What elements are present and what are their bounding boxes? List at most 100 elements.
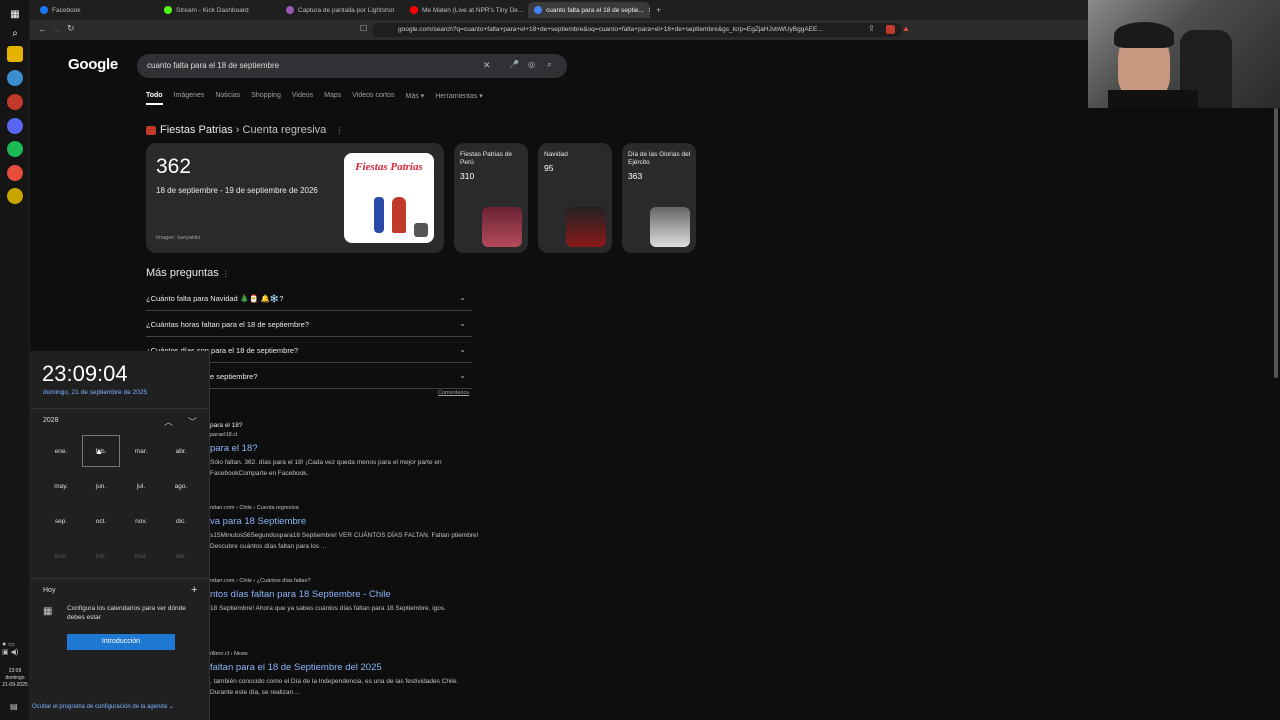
fiestas-patrias-image[interactable]: Fiestas Patrias bbox=[344, 153, 434, 243]
image-search-icon[interactable] bbox=[414, 223, 428, 237]
result-title[interactable]: para el 18? bbox=[210, 443, 258, 454]
back-icon[interactable]: ← bbox=[38, 24, 47, 34]
month-cell[interactable]: jun. bbox=[82, 470, 120, 502]
month-cell[interactable]: ene. bbox=[42, 435, 80, 467]
discord-icon[interactable] bbox=[7, 118, 23, 134]
divider bbox=[30, 578, 210, 579]
chevron-down-icon: ⌄ bbox=[459, 319, 466, 328]
tab-todo[interactable]: Todo bbox=[146, 92, 163, 105]
more-options-icon[interactable]: ⋮ bbox=[335, 126, 343, 135]
month-cell-next-year[interactable]: feb. bbox=[82, 540, 120, 572]
reload-icon[interactable]: ↻ bbox=[67, 23, 75, 34]
kp-subtitle: › Cuenta regresiva bbox=[232, 124, 327, 136]
tab-label: cuanto falta para el 18 de septie... bbox=[546, 6, 644, 14]
result-source[interactable]: ndarr.com › Chile › ¿Cuántos días faltan… bbox=[210, 578, 311, 584]
month-cell[interactable]: oct. bbox=[82, 505, 120, 537]
search-icon[interactable]: ⌕ bbox=[7, 25, 23, 41]
google-logo[interactable]: Google bbox=[68, 56, 118, 73]
search-input[interactable]: cuanto falta para el 18 de septiembre ✕ … bbox=[137, 54, 567, 78]
chevron-down-icon: ⌄ bbox=[459, 293, 466, 302]
month-cell-next-year[interactable]: ene. bbox=[42, 540, 80, 572]
forward-icon[interactable]: → bbox=[52, 24, 61, 34]
new-tab-button[interactable]: + bbox=[650, 2, 666, 18]
page-scrollbar[interactable] bbox=[1274, 108, 1278, 378]
tab-videos-cortos[interactable]: Videos cortos bbox=[352, 92, 394, 105]
month-cell[interactable]: ago. bbox=[162, 470, 200, 502]
countdown-card[interactable]: 362 18 de septiembre - 19 de septiembre … bbox=[146, 143, 444, 253]
knowledge-panel-header: Fiestas Patrias › Cuenta regresiva ⋮ bbox=[146, 124, 343, 136]
result-source[interactable]: ndarr.com › Chile › Cuenta regresiva bbox=[210, 505, 299, 511]
tray-icons[interactable]: ● ▭ ▣ ◀) bbox=[2, 640, 18, 656]
question-row[interactable]: ¿Cuánto falta para Navidad 🎄🎅 🔔❄️? ⌄ bbox=[146, 285, 472, 311]
search-icon[interactable]: ⌕ bbox=[547, 59, 552, 70]
calendar-year[interactable]: 2028 bbox=[43, 417, 59, 424]
tab-youtube[interactable]: Me Maten (Live at NPR's Tiny De... bbox=[404, 2, 526, 18]
month-cell-next-year[interactable]: abr. bbox=[162, 540, 200, 572]
tab-herramientas[interactable]: Herramientas ▾ bbox=[435, 92, 482, 105]
chevron-up-icon[interactable]: ︿ bbox=[164, 415, 173, 428]
folder-icon[interactable] bbox=[7, 46, 23, 62]
more-options-icon[interactable]: ⋮ bbox=[222, 269, 230, 278]
notification-icon[interactable]: ▤ bbox=[10, 702, 18, 711]
chrome-icon[interactable] bbox=[7, 165, 23, 181]
tab-lightshot[interactable]: Captura de pantalla por Lightshot bbox=[280, 2, 402, 18]
month-cell[interactable]: jul. bbox=[122, 470, 160, 502]
question-row[interactable]: ¿Cuántas horas faltan para el 18 de sept… bbox=[146, 311, 472, 337]
mic-icon[interactable]: 🎤 bbox=[509, 60, 519, 69]
today-label: Hoy bbox=[43, 587, 56, 594]
card-glorias-ejercito[interactable]: Día de las Glorias del Ejército 363 bbox=[622, 143, 696, 253]
card-fiestas-peru[interactable]: Fiestas Patrias de Perú 310 bbox=[454, 143, 528, 253]
tray-clock[interactable]: 23:09 domingo 21-09-2025 bbox=[0, 668, 30, 689]
spotify-icon[interactable] bbox=[7, 141, 23, 157]
share-icon[interactable]: ⇪ bbox=[868, 24, 875, 33]
add-event-icon[interactable]: + bbox=[191, 584, 197, 596]
tab-mas[interactable]: Más ▾ bbox=[406, 92, 425, 105]
card-name: Navidad bbox=[544, 151, 568, 158]
kp-title[interactable]: Fiestas Patrias bbox=[160, 124, 233, 136]
month-cell[interactable]: sep. bbox=[42, 505, 80, 537]
url-field[interactable]: google.com/search?q=cuanto+falta+para+el… bbox=[372, 23, 902, 37]
tab-kick[interactable]: Stream - Kick Dashboard bbox=[158, 2, 278, 18]
fiesta-icon bbox=[146, 125, 156, 135]
intro-button[interactable]: Introducción bbox=[67, 634, 175, 650]
month-cell[interactable]: nov. bbox=[122, 505, 160, 537]
lens-icon[interactable]: ◎ bbox=[528, 60, 535, 69]
card-image bbox=[566, 207, 606, 247]
result-title[interactable]: ntos días faltan para 18 Septiembre - Ch… bbox=[210, 589, 391, 600]
tab-google-active[interactable]: cuanto falta para el 18 de septie...✕ bbox=[528, 2, 650, 18]
result-source[interactable]: rillero.cl › News bbox=[210, 651, 248, 657]
tab-facebook[interactable]: Facebook bbox=[34, 2, 154, 18]
month-cell[interactable]: dic. bbox=[162, 505, 200, 537]
month-cell[interactable]: mar. bbox=[122, 435, 160, 467]
address-bar: ← → ↻ ☐ google.com/search?q=cuanto+falta… bbox=[30, 20, 1088, 40]
chevron-down-icon[interactable]: ﹀ bbox=[188, 415, 197, 428]
browser-icon[interactable] bbox=[7, 70, 23, 86]
chevron-down-icon: ⌄ bbox=[459, 345, 466, 354]
comments-link[interactable]: Comentarios bbox=[438, 390, 469, 396]
tab-noticias[interactable]: Noticias bbox=[215, 92, 240, 105]
result-source[interactable]: paraeI18.cl bbox=[210, 432, 237, 438]
tab-shopping[interactable]: Shopping bbox=[251, 92, 281, 105]
app-icon[interactable] bbox=[7, 94, 23, 110]
tab-videos[interactable]: Videos bbox=[292, 92, 313, 105]
extension-icon[interactable] bbox=[886, 25, 895, 34]
tab-label: Captura de pantalla por Lightshot bbox=[298, 6, 395, 14]
month-cell[interactable]: may. bbox=[42, 470, 80, 502]
month-cell-next-year[interactable]: mar. bbox=[122, 540, 160, 572]
clear-icon[interactable]: ✕ bbox=[483, 60, 491, 71]
question-text: ¿Cuánto falta para Navidad 🎄🎅 🔔❄️? bbox=[146, 294, 284, 303]
result-title[interactable]: faltan para el 18 de Septiembre del 2025 bbox=[210, 662, 382, 673]
month-cell[interactable]: abr. bbox=[162, 435, 200, 467]
result-title[interactable]: va para 18 Septiembre bbox=[210, 516, 306, 527]
hide-agenda-link[interactable]: Ocultar el programa de configuración de … bbox=[32, 703, 174, 710]
app2-icon[interactable] bbox=[7, 188, 23, 204]
tab-imagenes[interactable]: Imágenes bbox=[174, 92, 205, 105]
card-value: 95 bbox=[544, 163, 554, 173]
flyout-date[interactable]: domingo, 21 de septiembre de 2025 bbox=[43, 389, 147, 396]
start-icon[interactable]: ▦ bbox=[7, 6, 23, 22]
card-navidad[interactable]: Navidad 95 bbox=[538, 143, 612, 253]
bookmark-icon[interactable]: ☐ bbox=[360, 24, 367, 33]
alert-icon[interactable]: ▲ bbox=[902, 24, 910, 33]
tab-label: Facebook bbox=[52, 6, 81, 14]
tab-maps[interactable]: Maps bbox=[324, 92, 341, 105]
